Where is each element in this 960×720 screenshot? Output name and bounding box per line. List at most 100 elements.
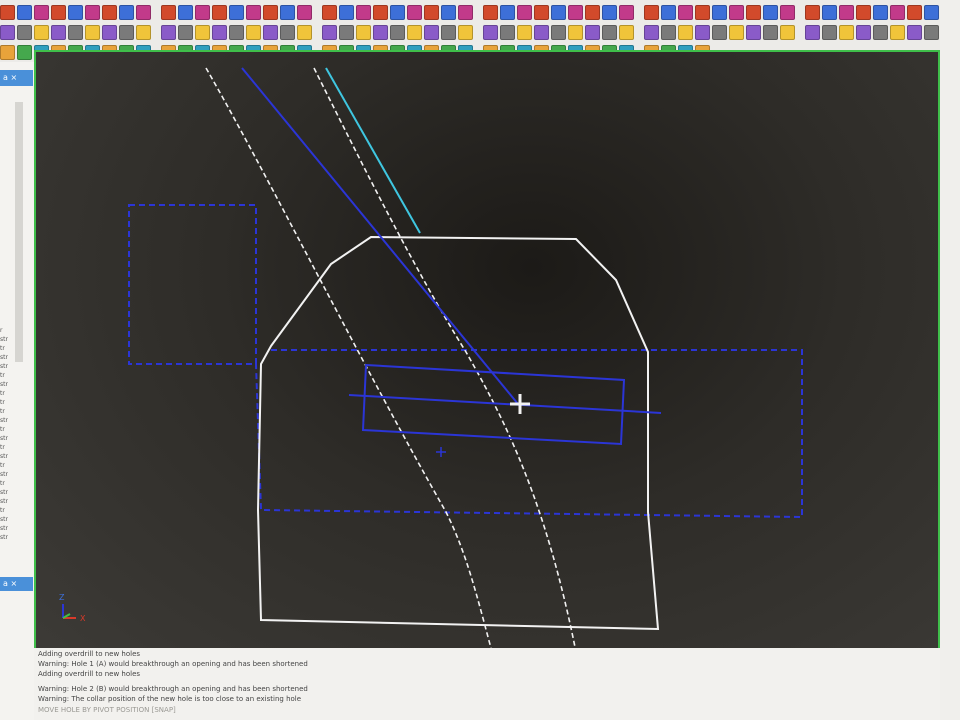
toolbar-tool-icon[interactable] <box>678 24 693 40</box>
toolbar-tool-icon[interactable] <box>407 24 422 40</box>
toolbar-tool-icon[interactable] <box>534 4 549 20</box>
toolbar-tool-icon[interactable] <box>322 4 337 20</box>
panel-list-item[interactable]: tr <box>0 462 5 469</box>
toolbar-tool-icon[interactable] <box>297 4 312 20</box>
toolbar-tool-icon[interactable] <box>17 44 32 60</box>
panel-list-item[interactable]: tr <box>0 372 5 379</box>
right-scroll-strip[interactable] <box>940 0 960 720</box>
toolbar-tool-icon[interactable] <box>212 24 227 40</box>
panel-list-item[interactable]: str <box>0 525 8 532</box>
toolbar-tool-icon[interactable] <box>356 4 371 20</box>
toolbar-tool-icon[interactable] <box>407 4 422 20</box>
panel-list-item[interactable]: r <box>0 327 2 334</box>
toolbar-tool-icon[interactable] <box>483 24 498 40</box>
toolbar-tool-icon[interactable] <box>585 4 600 20</box>
toolbar-tool-icon[interactable] <box>585 24 600 40</box>
toolbar-tool-icon[interactable] <box>85 24 100 40</box>
toolbar-tool-icon[interactable] <box>0 4 15 20</box>
panel-list-item[interactable]: tr <box>0 399 5 406</box>
toolbar-tool-icon[interactable] <box>805 24 820 40</box>
toolbar-tool-icon[interactable] <box>441 24 456 40</box>
toolbar-tool-icon[interactable] <box>373 24 388 40</box>
toolbar-tool-icon[interactable] <box>373 4 388 20</box>
toolbar-tool-icon[interactable] <box>297 24 312 40</box>
toolbar-tool-icon[interactable] <box>229 4 244 20</box>
toolbar-tool-icon[interactable] <box>873 4 888 20</box>
toolbar-tool-icon[interactable] <box>763 24 778 40</box>
toolbar-tool-icon[interactable] <box>246 24 261 40</box>
toolbar-tool-icon[interactable] <box>619 4 634 20</box>
toolbar-tool-icon[interactable] <box>0 44 15 60</box>
toolbar-tool-icon[interactable] <box>356 24 371 40</box>
toolbar-tool-icon[interactable] <box>136 4 151 20</box>
toolbar-tool-icon[interactable] <box>763 4 778 20</box>
panel-list-item[interactable]: tr <box>0 345 5 352</box>
toolbar-tool-icon[interactable] <box>695 24 710 40</box>
toolbar-tool-icon[interactable] <box>551 4 566 20</box>
toolbar-tool-icon[interactable] <box>890 24 905 40</box>
toolbar-tool-icon[interactable] <box>746 24 761 40</box>
toolbar-tool-icon[interactable] <box>907 24 922 40</box>
toolbar-tool-icon[interactable] <box>458 4 473 20</box>
toolbar-tool-icon[interactable] <box>161 4 176 20</box>
panel-list-item[interactable]: tr <box>0 426 5 433</box>
toolbar-tool-icon[interactable] <box>856 24 871 40</box>
panel-list-item[interactable]: tr <box>0 408 5 415</box>
toolbar-tool-icon[interactable] <box>678 4 693 20</box>
toolbar-tool-icon[interactable] <box>322 24 337 40</box>
panel-list-item[interactable]: str <box>0 534 8 541</box>
toolbar-tool-icon[interactable] <box>424 4 439 20</box>
toolbar-tool-icon[interactable] <box>178 4 193 20</box>
toolbar-tool-icon[interactable] <box>839 24 854 40</box>
toolbar-tool-icon[interactable] <box>661 24 676 40</box>
toolbar-tool-icon[interactable] <box>568 4 583 20</box>
panel-list-item[interactable]: tr <box>0 507 5 514</box>
toolbar-tool-icon[interactable] <box>263 24 278 40</box>
toolbar-tool-icon[interactable] <box>839 4 854 20</box>
toolbar-tool-icon[interactable] <box>780 24 795 40</box>
panel-list-item[interactable]: str <box>0 336 8 343</box>
toolbar-tool-icon[interactable] <box>517 4 532 20</box>
toolbar-tool-icon[interactable] <box>68 24 83 40</box>
panel-list-item[interactable]: str <box>0 363 8 370</box>
toolbar-tool-icon[interactable] <box>229 24 244 40</box>
panel-list-item[interactable]: str <box>0 435 8 442</box>
panel-list-item[interactable]: str <box>0 489 8 496</box>
toolbar-tool-icon[interactable] <box>551 24 566 40</box>
toolbar-tool-icon[interactable] <box>34 4 49 20</box>
toolbar-tool-icon[interactable] <box>68 4 83 20</box>
toolbar-tool-icon[interactable] <box>161 24 176 40</box>
toolbar-tool-icon[interactable] <box>746 4 761 20</box>
toolbar-tool-icon[interactable] <box>263 4 278 20</box>
panel-list-item[interactable]: tr <box>0 444 5 451</box>
toolbar-tool-icon[interactable] <box>458 24 473 40</box>
toolbar-tool-icon[interactable] <box>424 24 439 40</box>
toolbar-tool-icon[interactable] <box>907 4 922 20</box>
toolbar-tool-icon[interactable] <box>17 24 32 40</box>
toolbar-tool-icon[interactable] <box>873 24 888 40</box>
panel-list-item[interactable]: str <box>0 516 8 523</box>
toolbar-tool-icon[interactable] <box>390 24 405 40</box>
toolbar-tool-icon[interactable] <box>17 4 32 20</box>
toolbar-tool-icon[interactable] <box>280 24 295 40</box>
toolbar-tool-icon[interactable] <box>51 4 66 20</box>
toolbar-tool-icon[interactable] <box>602 24 617 40</box>
toolbar-tool-icon[interactable] <box>890 4 905 20</box>
toolbar-tool-icon[interactable] <box>602 4 617 20</box>
toolbar-tool-icon[interactable] <box>136 24 151 40</box>
command-prompt[interactable]: MOVE HOLE BY PIVOT POSITION [SNAP] <box>38 706 176 714</box>
toolbar-tool-icon[interactable] <box>0 24 15 40</box>
toolbar-tool-icon[interactable] <box>339 4 354 20</box>
toolbar-tool-icon[interactable] <box>500 24 515 40</box>
toolbar-tool-icon[interactable] <box>924 4 939 20</box>
toolbar-tool-icon[interactable] <box>729 24 744 40</box>
toolbar-tool-icon[interactable] <box>712 4 727 20</box>
toolbar-tool-icon[interactable] <box>178 24 193 40</box>
toolbar-tool-icon[interactable] <box>339 24 354 40</box>
panel-list-item[interactable]: str <box>0 453 8 460</box>
panel-scrollbar[interactable] <box>15 102 23 362</box>
toolbar-tool-icon[interactable] <box>441 4 456 20</box>
toolbar-tool-icon[interactable] <box>119 4 134 20</box>
toolbar-tool-icon[interactable] <box>500 4 515 20</box>
panel-tab-bottom[interactable]: a × <box>0 577 33 591</box>
